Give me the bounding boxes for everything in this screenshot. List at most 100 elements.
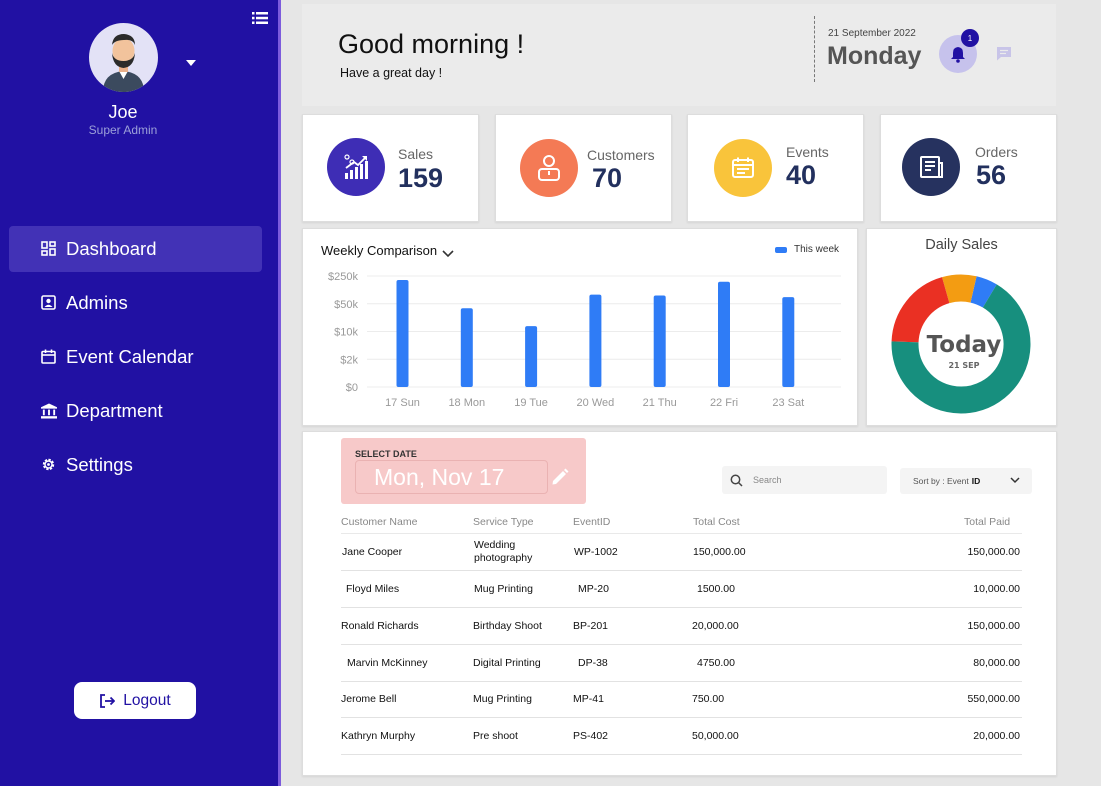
sort-dropdown[interactable]: Sort by : Event ID — [900, 468, 1032, 494]
cell-service-type: Digital Printing — [473, 657, 541, 669]
daily-sales-card: Daily Sales Today 21 SEP — [866, 228, 1057, 426]
cell-service-type: Mug Printing — [474, 583, 533, 595]
bar[interactable] — [718, 281, 730, 387]
donut-center-label: Today — [927, 332, 1002, 358]
cell-total-paid: 10,000.00 — [973, 583, 1020, 595]
cell-total-cost: 150,000.00 — [693, 546, 746, 558]
current-date: 21 September 2022 — [828, 28, 916, 39]
cell-total-paid: 150,000.00 — [967, 546, 1020, 558]
cell-total-paid: 550,000.00 — [967, 693, 1020, 705]
stat-value: 40 — [786, 160, 817, 190]
greeting: Good morning ! — [338, 29, 525, 59]
nav-menu: Dashboard Admins Event Calendar Departme… — [9, 226, 262, 496]
column-header-total-paid[interactable]: Total Paid — [964, 516, 1010, 528]
table-row[interactable]: Kathryn Murphy Pre shoot PS-402 50,000.0… — [341, 718, 1022, 755]
table-row[interactable]: Floyd Miles Mug Printing MP-20 1500.00 1… — [341, 571, 1022, 608]
nav-item-event-calendar[interactable]: Event Calendar — [9, 334, 262, 380]
column-header-event-id[interactable]: EventID — [573, 516, 610, 528]
cell-total-paid: 80,000.00 — [973, 657, 1020, 669]
cell-customer-name: Jerome Bell — [341, 693, 397, 705]
cell-total-cost: 4750.00 — [697, 657, 735, 669]
bar[interactable] — [782, 297, 795, 387]
sidebar: Joe Super Admin Dashboard Admins Event C… — [0, 0, 281, 786]
x-tick-label: 20 Wed — [577, 397, 615, 409]
cell-total-cost: 50,000.00 — [692, 730, 739, 742]
subgreeting: Have a great day ! — [340, 66, 443, 80]
x-tick-label: 23 Sat — [772, 397, 804, 409]
bar[interactable] — [396, 279, 409, 387]
nav-label: Event Calendar — [66, 346, 194, 367]
table-row[interactable]: Marvin McKinney Digital Printing DP-38 4… — [341, 645, 1022, 682]
bar[interactable] — [525, 326, 538, 387]
weekly-bar-chart: $250k $50k $10k $2k $0 17 Sun 18 Mon 19 Tue 20 W… — [328, 271, 841, 409]
column-header-customer-name[interactable]: Customer Name — [341, 516, 417, 528]
bell-icon — [951, 46, 965, 63]
cell-service-type: Pre shoot — [473, 730, 518, 742]
pencil-icon[interactable] — [550, 467, 570, 492]
chat-icon[interactable] — [996, 46, 1012, 66]
column-header-total-cost[interactable]: Total Cost — [693, 516, 740, 528]
table-row[interactable]: Jerome Bell Mug Printing MP-41 750.00 55… — [341, 681, 1022, 718]
stat-card-events[interactable]: Events 40 — [687, 114, 864, 222]
cell-service-type: Mug Printing — [473, 693, 532, 705]
user-role: Super Admin — [88, 123, 158, 137]
nav-item-dashboard[interactable]: Dashboard — [9, 226, 262, 272]
weekly-comparison-card: Weekly Comparison This week $250k $50k $10… — [302, 228, 858, 426]
search-input[interactable]: Search — [722, 466, 887, 494]
stat-card-orders[interactable]: Orders 56 — [880, 114, 1057, 222]
bar[interactable] — [460, 308, 473, 387]
header: Good morning ! Have a great day ! 21 Sep… — [302, 4, 1056, 106]
cell-event-id: WP-1002 — [574, 546, 618, 558]
search-placeholder: Search — [753, 475, 782, 485]
nav-item-department[interactable]: Department — [9, 388, 262, 434]
logout-icon — [100, 693, 116, 708]
stat-card-sales[interactable]: Sales 159 — [302, 114, 479, 222]
admin-icon — [41, 295, 57, 311]
notification-badge: 1 — [961, 29, 979, 47]
bar[interactable] — [589, 294, 602, 387]
table-row[interactable]: Ronald Richards Birthday Shoot BP-201 20… — [341, 608, 1022, 645]
table-row[interactable]: Jane Cooper Wedding photography WP-1002 … — [341, 534, 1022, 571]
x-tick-label: 17 Sun — [385, 397, 420, 409]
stat-label: Events — [786, 144, 829, 160]
cell-customer-name: Ronald Richards — [341, 620, 419, 632]
cell-event-id: DP-38 — [578, 657, 608, 669]
donut-slice[interactable] — [942, 274, 977, 304]
y-tick-label: $2k — [340, 354, 358, 366]
bar[interactable] — [653, 295, 666, 387]
y-tick-label: $50k — [334, 299, 358, 311]
cell-customer-name: Marvin McKinney — [347, 657, 428, 669]
stat-label: Orders — [975, 144, 1018, 160]
profile-dropdown-icon[interactable] — [186, 60, 196, 66]
donut-center-sub: 21 SEP — [948, 361, 979, 370]
avatar[interactable] — [89, 23, 158, 92]
cell-event-id: MP-20 — [578, 583, 609, 595]
menu-list-icon[interactable] — [252, 11, 268, 25]
cell-event-id: BP-201 — [573, 620, 609, 632]
stat-value: 159 — [398, 163, 444, 193]
chevron-down-icon — [1010, 477, 1020, 484]
select-date-box: SELECT DATE Mon, Nov 17 — [341, 438, 586, 504]
receipt-icon — [902, 138, 960, 196]
cell-event-id: MP-41 — [573, 693, 604, 705]
date-input[interactable]: Mon, Nov 17 — [355, 460, 548, 494]
x-tick-label: 21 Thu — [643, 397, 677, 409]
logout-button[interactable]: Logout — [74, 682, 196, 719]
column-header-service-type[interactable]: Service Type — [473, 516, 534, 528]
gear-icon — [41, 457, 57, 473]
bank-icon — [41, 403, 57, 419]
cell-total-paid: 20,000.00 — [973, 730, 1020, 742]
select-date-label: SELECT DATE — [355, 449, 417, 459]
nav-label: Admins — [66, 292, 128, 313]
nav-item-settings[interactable]: Settings — [9, 442, 262, 488]
cell-total-paid: 150,000.00 — [967, 620, 1020, 632]
donut-slice[interactable] — [970, 276, 997, 308]
nav-label: Department — [66, 400, 163, 421]
cell-service-type: Birthday Shoot — [473, 620, 542, 632]
cell-total-cost: 1500.00 — [697, 583, 735, 595]
calendar-icon — [41, 349, 57, 365]
nav-item-admins[interactable]: Admins — [9, 280, 262, 326]
stat-card-customers[interactable]: Customers 70 — [495, 114, 672, 222]
y-tick-label: $250k — [328, 271, 358, 283]
x-tick-label: 22 Fri — [710, 397, 738, 409]
